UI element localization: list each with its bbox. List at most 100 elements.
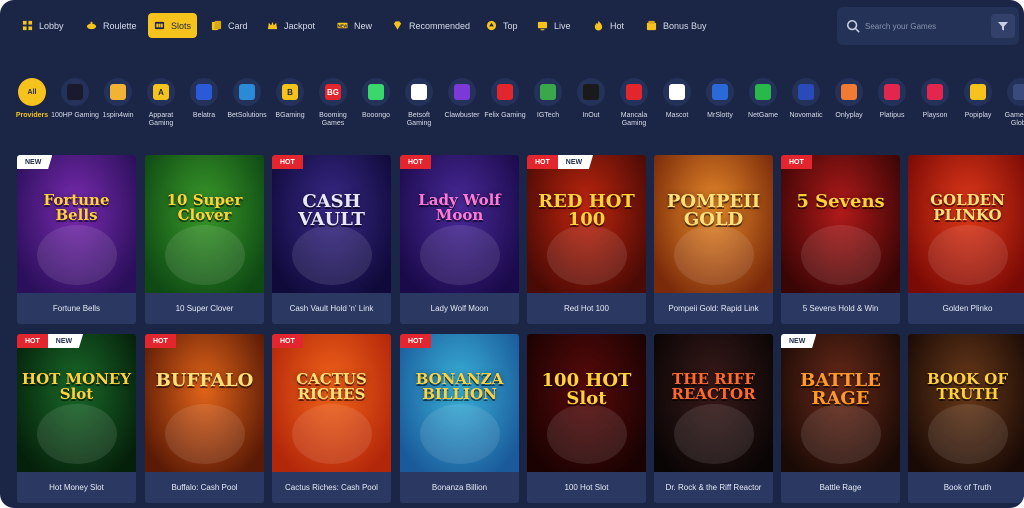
- game-card[interactable]: HOT MONEY Slot HOT NEW Hot Money Slot: [17, 334, 136, 503]
- game-card[interactable]: CACTUS RICHES HOT Cactus Riches: Cash Pool: [272, 334, 391, 503]
- game-title[interactable]: Fortune Bells: [17, 293, 136, 324]
- provider-netgame[interactable]: NetGame: [739, 78, 787, 120]
- game-title[interactable]: Battle Rage: [781, 472, 900, 503]
- provider-apparat-gaming[interactable]: A Apparat Gaming: [137, 78, 185, 128]
- game-card[interactable]: 10 Super Clover 10 Super Clover: [145, 155, 264, 324]
- game-thumbnail[interactable]: GOLDEN PLINKO: [908, 155, 1024, 293]
- provider-providers[interactable]: All Providers: [8, 78, 56, 120]
- game-title[interactable]: 10 Super Clover: [145, 293, 264, 324]
- provider-inout[interactable]: InOut: [567, 78, 615, 120]
- game-thumbnail[interactable]: THE RIFF REACTOR: [654, 334, 773, 472]
- game-card[interactable]: THE RIFF REACTOR Dr. Rock & the Riff Reac…: [654, 334, 773, 503]
- provider-gamebeat-global[interactable]: Gamebeat Global: [997, 78, 1024, 128]
- game-card[interactable]: GOLDEN PLINKO Golden Plinko: [908, 155, 1024, 324]
- provider-platipus[interactable]: Platipus: [868, 78, 916, 120]
- game-thumbnail[interactable]: Fortune Bells NEW: [17, 155, 136, 293]
- game-card[interactable]: BATTLE RAGE NEW Battle Rage: [781, 334, 900, 503]
- nav-item-top[interactable]: Top: [480, 13, 524, 38]
- search-icon: [846, 19, 860, 33]
- game-thumbnail[interactable]: CACTUS RICHES HOT: [272, 334, 391, 472]
- provider-logo: BG: [319, 78, 347, 106]
- game-thumbnail[interactable]: BATTLE RAGE NEW: [781, 334, 900, 472]
- game-card[interactable]: 100 HOT Slot 100 Hot Slot: [527, 334, 646, 503]
- thumbnail-glow: [37, 404, 117, 464]
- game-card[interactable]: POMPEII GOLD Pompeii Gold: Rapid Link: [654, 155, 773, 324]
- game-title[interactable]: Pompeii Gold: Rapid Link: [654, 293, 773, 324]
- filter-button[interactable]: [991, 14, 1015, 38]
- provider-logo: [1007, 78, 1024, 106]
- game-thumbnail[interactable]: BONANZA BILLION HOT: [400, 334, 519, 472]
- game-title[interactable]: Dr. Rock & the Riff Reactor: [654, 472, 773, 503]
- nav-item-card[interactable]: Card: [205, 13, 254, 38]
- game-card[interactable]: BONANZA BILLION HOT Bonanza Billion: [400, 334, 519, 503]
- provider-igtech[interactable]: IGTech: [524, 78, 572, 120]
- game-title[interactable]: Lady Wolf Moon: [400, 293, 519, 324]
- provider-belatra[interactable]: Belatra: [180, 78, 228, 120]
- provider-betsoft-gaming[interactable]: Betsoft Gaming: [395, 78, 443, 128]
- game-thumbnail[interactable]: RED HOT 100 HOT NEW: [527, 155, 646, 293]
- game-thumbnail[interactable]: HOT MONEY Slot HOT NEW: [17, 334, 136, 472]
- provider-clawbuster[interactable]: Clawbuster: [438, 78, 486, 120]
- nav-item-roulette[interactable]: Roulette: [80, 13, 143, 38]
- nav-item-live[interactable]: Live: [531, 13, 577, 38]
- game-title[interactable]: Cash Vault Hold 'n' Link: [272, 293, 391, 324]
- provider-label: Platipus: [879, 112, 905, 119]
- game-card[interactable]: CASH VAULT HOT Cash Vault Hold 'n' Link: [272, 155, 391, 324]
- game-card[interactable]: RED HOT 100 HOT NEW Red Hot 100: [527, 155, 646, 324]
- nav-item-jackpot[interactable]: Jackpot: [261, 13, 321, 38]
- provider-logo: [577, 78, 605, 106]
- game-thumbnail[interactable]: Lady Wolf Moon HOT: [400, 155, 519, 293]
- game-title[interactable]: Buffalo: Cash Pool: [145, 472, 264, 503]
- game-card[interactable]: Lady Wolf Moon HOT Lady Wolf Moon: [400, 155, 519, 324]
- new-badge: NEW: [47, 334, 84, 348]
- game-title[interactable]: 100 Hot Slot: [527, 472, 646, 503]
- game-card[interactable]: 5 Sevens HOT 5 Sevens Hold & Win: [781, 155, 900, 324]
- flame-icon: [593, 20, 604, 31]
- provider-mancala-gaming[interactable]: Mancala Gaming: [610, 78, 658, 128]
- provider-novomatic[interactable]: Novomatic: [782, 78, 830, 120]
- provider-logo: [706, 78, 734, 106]
- game-thumbnail[interactable]: 5 Sevens HOT: [781, 155, 900, 293]
- nav-item-slots[interactable]: Slots: [148, 13, 198, 38]
- provider-mascot[interactable]: Mascot: [653, 78, 701, 120]
- badge-group: NEW: [781, 334, 817, 348]
- provider-100hp-gaming[interactable]: 100HP Gaming: [51, 78, 99, 120]
- nav-item-hot[interactable]: Hot: [587, 13, 630, 38]
- provider-label: BGaming: [275, 112, 305, 119]
- game-card[interactable]: BOOK OF TRUTH Book of Truth: [908, 334, 1024, 503]
- provider-playson[interactable]: Playson: [911, 78, 959, 120]
- provider-popiplay[interactable]: Popiplay: [954, 78, 1002, 120]
- game-title[interactable]: Book of Truth: [908, 472, 1024, 503]
- game-card[interactable]: Fortune Bells NEW Fortune Bells: [17, 155, 136, 324]
- game-thumbnail[interactable]: BOOK OF TRUTH: [908, 334, 1024, 472]
- game-thumbnail[interactable]: POMPEII GOLD: [654, 155, 773, 293]
- nav-item-new[interactable]: NEW New: [331, 13, 378, 38]
- provider-logo: [233, 78, 261, 106]
- game-thumbnail[interactable]: BUFFALO HOT: [145, 334, 264, 472]
- provider-onlyplay[interactable]: Onlyplay: [825, 78, 873, 120]
- game-title[interactable]: Red Hot 100: [527, 293, 646, 324]
- provider-felix-gaming[interactable]: Felix Gaming: [481, 78, 529, 120]
- game-thumbnail[interactable]: CASH VAULT HOT: [272, 155, 391, 293]
- game-thumbnail[interactable]: 100 HOT Slot: [527, 334, 646, 472]
- search-input[interactable]: [865, 16, 983, 36]
- provider-betsolutions[interactable]: BetSolutions: [223, 78, 271, 120]
- nav-item-bonus-buy[interactable]: Bonus Buy: [640, 13, 713, 38]
- game-card[interactable]: BUFFALO HOT Buffalo: Cash Pool: [145, 334, 264, 503]
- provider-1spin4win[interactable]: 1spin4win: [94, 78, 142, 120]
- nav-item-recommended[interactable]: Recommended: [386, 13, 476, 38]
- provider-booming-games[interactable]: BG Booming Games: [309, 78, 357, 128]
- game-title[interactable]: Bonanza Billion: [400, 472, 519, 503]
- game-thumbnail[interactable]: 10 Super Clover: [145, 155, 264, 293]
- game-title[interactable]: Cactus Riches: Cash Pool: [272, 472, 391, 503]
- game-title[interactable]: Hot Money Slot: [17, 472, 136, 503]
- badge-group: HOT: [272, 155, 303, 169]
- new-badge: NEW: [781, 334, 817, 348]
- provider-mrslotty[interactable]: MrSlotty: [696, 78, 744, 120]
- nav-item-label: Lobby: [39, 20, 64, 31]
- game-title[interactable]: 5 Sevens Hold & Win: [781, 293, 900, 324]
- game-title[interactable]: Golden Plinko: [908, 293, 1024, 324]
- nav-item-lobby[interactable]: Lobby: [16, 13, 70, 38]
- provider-booongo[interactable]: Booongo: [352, 78, 400, 120]
- provider-bgaming[interactable]: B BGaming: [266, 78, 314, 120]
